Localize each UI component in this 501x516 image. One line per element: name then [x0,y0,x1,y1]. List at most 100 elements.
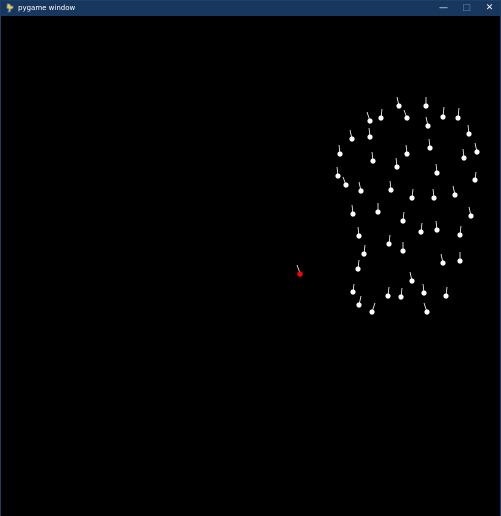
enemy-sprite [404,144,410,157]
enemy-sprite [427,138,433,151]
enemy-sprite [423,302,430,315]
enemy-sprite [455,107,461,121]
enemy-body [355,266,361,272]
enemy-sprite [366,111,373,124]
enemy-body [452,192,458,198]
enemy-sprite [457,252,463,264]
enemy-body [461,155,467,161]
enemy-body [409,195,415,201]
enemy-body [424,309,430,315]
enemy-sprite [369,302,376,315]
enemy-body [349,136,355,142]
enemy-body [335,173,341,179]
game-canvas[interactable] [1,16,500,516]
enemy-body [358,188,364,194]
enemy-body [375,209,381,215]
enemy-sprite [394,157,400,170]
enemy-sprite [358,181,364,194]
enemy-body [431,195,437,201]
enemy-sprite [355,259,361,272]
enemy-body [398,294,404,300]
enemy-sprite [440,253,446,266]
enemy-sprite [388,180,394,193]
enemy-sprite [457,225,463,238]
close-button[interactable]: ✕ [478,1,501,16]
enemy-sprite [356,295,362,308]
enemy-body [388,187,394,193]
enemy-sprite [386,234,392,247]
enemy-body [394,164,400,170]
enemy-body [434,170,440,176]
enemy-sprite [378,108,384,121]
enemy-body [343,182,349,188]
enemy-sprite [361,244,367,257]
enemy-sprite [356,226,362,239]
enemy-body [457,258,463,264]
enemy-sprite [400,211,406,224]
enemy-sprite [425,116,431,129]
enemy-body [400,248,406,254]
enemy-sprite [337,144,343,157]
enemy-sprite [461,148,467,161]
enemy-sprite [440,106,446,120]
enemy-sprite [403,109,410,121]
enemy-body [367,134,373,140]
enemy-body [350,289,356,295]
enemy-body [474,149,480,155]
pygame-icon [6,3,14,13]
enemy-sprite [367,127,373,140]
enemy-sprite [423,97,429,109]
pygame-window: pygame window — □ ✕ [0,0,501,516]
minimize-button[interactable]: — [432,1,455,16]
enemy-body [337,151,343,157]
enemy-body [386,241,392,247]
enemy-body [404,115,410,121]
enemy-sprite [349,129,355,142]
enemy-sprite [421,283,427,296]
enemy-sprite [474,142,480,155]
enemy-sprite [443,286,449,299]
enemy-body [396,103,402,109]
enemy-sprite [452,185,458,198]
enemy-sprite [350,204,356,217]
enemy-sprite [466,124,472,137]
enemy-body [370,158,376,164]
player-body [297,271,303,277]
enemy-sprite [409,271,415,284]
enemy-body [418,229,424,235]
enemy-body [425,123,431,129]
enemy-sprite [370,151,376,164]
enemy-body [423,103,429,109]
enemy-body [409,278,415,284]
enemy-body [468,213,474,219]
player-sprite [296,264,303,277]
enemy-sprite [385,286,391,299]
enemy-sprite [375,203,381,215]
enemy-sprite [400,242,406,254]
enemy-body [434,227,440,233]
enemy-body [440,260,446,266]
enemy-body [400,218,406,224]
enemy-sprite [418,222,424,235]
enemy-sprite [431,188,437,201]
enemy-body [443,293,449,299]
maximize-button[interactable]: □ [455,1,478,16]
enemy-body [421,290,427,296]
enemy-sprite [472,171,478,183]
enemy-body [427,145,433,151]
enemy-sprite [434,220,440,233]
enemy-sprite [398,287,404,300]
window-title: pygame window [18,4,76,12]
enemy-sprite [434,163,440,176]
enemy-sprite [468,206,474,219]
enemy-sprite [409,188,415,201]
enemy-body [356,302,362,308]
enemy-body [466,131,472,137]
enemy-body [440,114,446,120]
enemy-sprite [335,166,341,179]
enemy-sprite [396,96,402,109]
title-bar[interactable]: pygame window — □ ✕ [1,1,500,16]
enemy-body [361,251,367,257]
enemy-body [356,233,362,239]
enemy-body [369,309,375,315]
